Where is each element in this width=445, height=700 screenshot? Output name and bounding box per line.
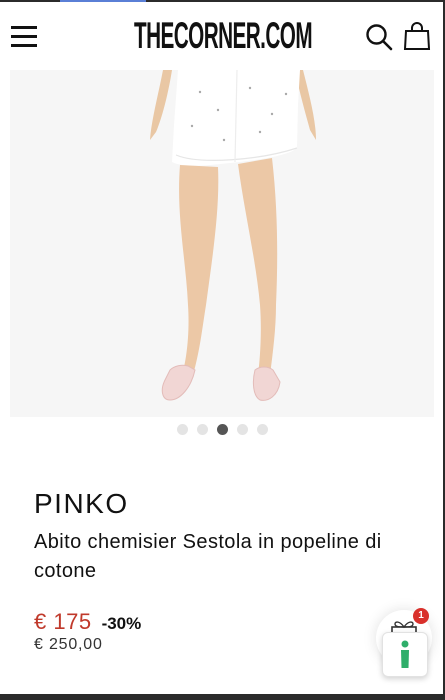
gallery-dot[interactable]	[197, 424, 208, 435]
sale-price: € 175	[34, 609, 92, 634]
product-photo	[10, 70, 434, 417]
gift-badge-count: 1	[413, 608, 429, 624]
product-brand[interactable]: PINKO	[34, 488, 129, 520]
gallery-pagination	[0, 424, 445, 436]
discount-badge: -30%	[101, 614, 142, 633]
site-header: THECORNER.COM	[0, 2, 443, 70]
gallery-dot[interactable]	[237, 424, 248, 435]
menu-line	[11, 26, 37, 29]
site-logo[interactable]: THECORNER.COM	[134, 15, 313, 56]
gallery-dot[interactable]	[177, 424, 188, 435]
shopping-bag-icon[interactable]	[403, 21, 431, 51]
product-image[interactable]	[10, 70, 434, 417]
menu-line	[11, 35, 37, 38]
gift-icon[interactable]	[382, 632, 428, 677]
hamburger-menu-icon[interactable]	[11, 26, 37, 48]
menu-line	[11, 44, 37, 47]
gift-figure-icon	[401, 640, 409, 668]
gallery-dot-active[interactable]	[217, 424, 228, 435]
search-icon[interactable]	[365, 23, 393, 51]
gallery-dot[interactable]	[257, 424, 268, 435]
bottom-frame-bar	[0, 694, 445, 700]
price-row: € 175 -30%	[34, 609, 141, 635]
product-name: Abito chemisier Sestola in popeline di c…	[34, 531, 382, 582]
original-price: € 250,00	[34, 636, 103, 653]
